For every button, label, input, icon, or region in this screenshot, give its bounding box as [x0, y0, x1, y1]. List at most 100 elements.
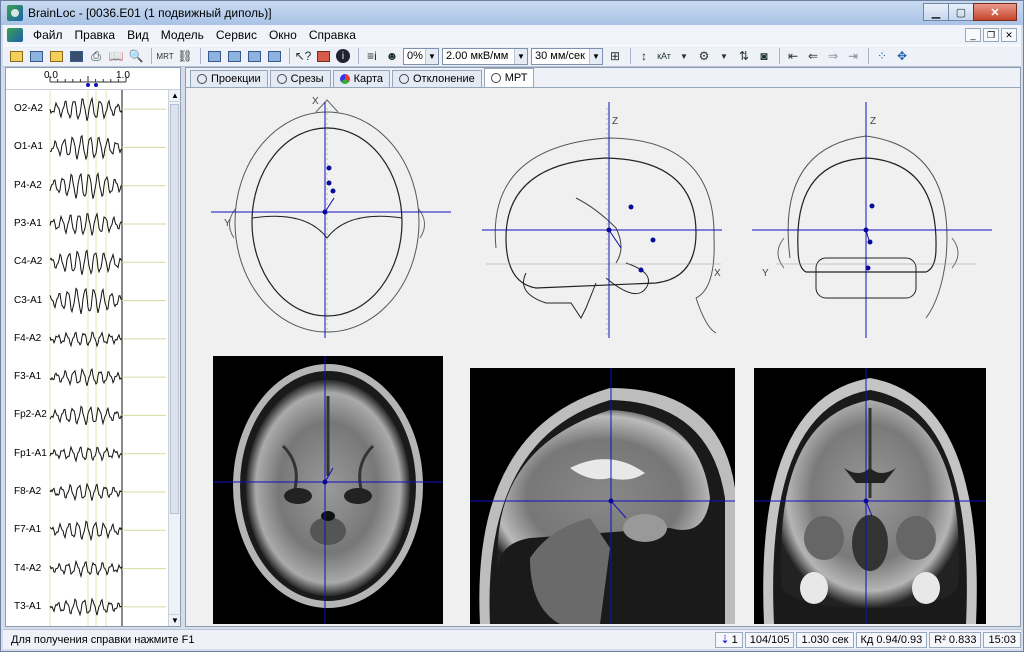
- speed-select[interactable]: 30 мм/сек ▼: [531, 47, 603, 65]
- view-tabs: Проекции Срезы Карта Отклонение МРТ: [186, 68, 1020, 88]
- menu-file[interactable]: Файл: [27, 28, 69, 42]
- window-tile-icon[interactable]: [225, 47, 243, 65]
- menu-model[interactable]: Модель: [155, 28, 210, 42]
- scroll-thumb[interactable]: [170, 104, 179, 514]
- window-controls: ▁ ▢ ✕: [923, 3, 1017, 21]
- mri-coronal-slice[interactable]: [754, 368, 986, 624]
- preview-icon[interactable]: 🔍: [127, 47, 145, 65]
- tab-mri[interactable]: МРТ: [483, 68, 535, 87]
- dipole-settings-icon[interactable]: ⚙: [695, 47, 713, 65]
- menu-window[interactable]: Окно: [263, 28, 303, 42]
- mdi-close-button[interactable]: ✕: [1001, 28, 1017, 42]
- calibration-icon[interactable]: кАт: [655, 47, 673, 65]
- dipole-down-icon: ⇣: [720, 634, 730, 646]
- status-help-text: Для получения справки нажмите F1: [11, 633, 195, 646]
- menu-help[interactable]: Справка: [303, 28, 362, 42]
- axial-schematic[interactable]: [211, 99, 451, 338]
- channel-label: P3-A1: [14, 218, 42, 229]
- sagittal-schematic[interactable]: [482, 102, 722, 338]
- eeg-panel[interactable]: 0.0 1.0 O2-A2 O1-A1 P4-A2 P3-A1 C4-A2 C3-A1 F4…: [5, 67, 181, 627]
- coronal-schematic[interactable]: [752, 102, 992, 338]
- save-icon[interactable]: [67, 47, 85, 65]
- filter-icon[interactable]: ⇅: [735, 47, 753, 65]
- scroll-up-arrow[interactable]: ▲: [169, 90, 181, 102]
- toolbar: ⎙ 📖 🔍 MRT ⛓ ↖? i ≡i ☻ 0% ▼ 2.00 мкВ/мм ▼…: [3, 45, 1021, 67]
- channel-label: Fp1-A1: [14, 447, 47, 459]
- app-window: BrainLoc - [0036.E01 (1 подвижный диполь…: [0, 0, 1024, 652]
- coronal-axis-z-label: Z: [870, 116, 876, 127]
- chevron-down-icon: ▼: [514, 48, 527, 64]
- scale-icon[interactable]: ↕: [635, 47, 653, 65]
- close-button[interactable]: ✕: [973, 3, 1017, 21]
- eeg-trace: [49, 445, 123, 463]
- amplitude-select[interactable]: 2.00 мкВ/мм ▼: [442, 47, 528, 65]
- scroll-down-arrow[interactable]: ▼: [169, 614, 181, 626]
- title-bar[interactable]: BrainLoc - [0036.E01 (1 подвижный диполь…: [1, 1, 1023, 25]
- mdi-minimize-button[interactable]: _: [965, 28, 981, 42]
- patient-icon[interactable]: ☻: [383, 47, 401, 65]
- mri-icon[interactable]: MRT: [156, 47, 174, 65]
- status-position: 104/105: [744, 631, 795, 648]
- mdi-controls: _ ❐ ✕: [965, 28, 1017, 42]
- dropdown-icon[interactable]: ▼: [675, 47, 693, 65]
- channel-label: Fp2-A2: [14, 409, 47, 421]
- menu-edit[interactable]: Правка: [69, 28, 122, 42]
- status-clock: 15:03: [983, 631, 1021, 648]
- montage-icon[interactable]: ⊞: [606, 47, 624, 65]
- menu-bar: Файл Правка Вид Модель Сервис Окно Справ…: [3, 25, 1021, 45]
- sagittal-axis-x-label: X: [714, 268, 721, 279]
- tab-map[interactable]: Карта: [332, 70, 390, 87]
- document-icon[interactable]: [7, 28, 23, 42]
- channel-label: F8-A2: [14, 486, 42, 497]
- slices-icon: [276, 74, 287, 84]
- camera-icon[interactable]: ◙: [755, 47, 773, 65]
- app-icon[interactable]: [7, 5, 23, 21]
- dipole-add-icon[interactable]: ✥: [893, 47, 911, 65]
- mri-axial-slice[interactable]: [213, 356, 443, 624]
- channel-label: C4-A2: [14, 256, 43, 268]
- link-icon[interactable]: ⛓: [176, 47, 194, 65]
- eeg-trace: [49, 405, 123, 426]
- axial-axis-y-label: Y: [224, 218, 231, 229]
- first-icon[interactable]: ⇤: [784, 47, 802, 65]
- channel-label: F7-A1: [14, 524, 42, 536]
- mri-sagittal-slice[interactable]: [470, 368, 735, 624]
- book-icon[interactable]: 📖: [107, 47, 125, 65]
- channel-label: C3-A1: [14, 294, 43, 306]
- maximize-button[interactable]: ▢: [948, 3, 974, 21]
- eeg-scrollbar[interactable]: ▲ ▼: [168, 90, 181, 626]
- print-icon[interactable]: ⎙: [87, 47, 105, 65]
- tab-slices[interactable]: Срезы: [269, 70, 331, 87]
- open-eeg-icon[interactable]: [27, 47, 45, 65]
- channel-info-icon[interactable]: ≡i: [363, 47, 381, 65]
- tab-deviation[interactable]: Отклонение: [392, 70, 482, 87]
- last-icon[interactable]: ⇥: [844, 47, 862, 65]
- dropdown-icon[interactable]: ▼: [715, 47, 733, 65]
- help-book-icon[interactable]: [314, 47, 332, 65]
- percent-select[interactable]: 0% ▼: [403, 47, 439, 65]
- mdi-restore-button[interactable]: ❐: [983, 28, 999, 42]
- chevron-down-icon: ▼: [425, 48, 438, 64]
- channel-labels: O2-A2 O1-A1 P4-A2 P3-A1 C4-A2 C3-A1 F4-A2 F3-A1…: [6, 90, 50, 626]
- window-vertical-icon[interactable]: [265, 47, 283, 65]
- tab-projections[interactable]: Проекции: [190, 70, 268, 87]
- open-folder-icon[interactable]: [7, 47, 25, 65]
- info-icon[interactable]: i: [334, 47, 352, 65]
- folder-icon[interactable]: [47, 47, 65, 65]
- eeg-trace: [49, 331, 123, 348]
- menu-view[interactable]: Вид: [121, 28, 155, 42]
- status-dipole: ⇣ 1: [715, 631, 743, 648]
- forward-icon[interactable]: ⇒: [824, 47, 842, 65]
- window-horizontal-icon[interactable]: [245, 47, 263, 65]
- context-help-icon[interactable]: ↖?: [294, 47, 312, 65]
- chevron-down-icon: ▼: [589, 48, 602, 64]
- eeg-trace: [49, 520, 123, 542]
- back-icon[interactable]: ⇐: [804, 47, 822, 65]
- menu-service[interactable]: Сервис: [210, 28, 263, 42]
- mri-view-area[interactable]: X Y Z X Z Y: [186, 88, 1020, 626]
- eeg-trace: [49, 96, 123, 121]
- eeg-traces[interactable]: O2-A2 O1-A1 P4-A2 P3-A1 C4-A2 C3-A1 F4-A2 F3-A1…: [6, 90, 168, 626]
- dipole-view-icon[interactable]: ⁘: [873, 47, 891, 65]
- minimize-button[interactable]: ▁: [923, 3, 949, 21]
- window-cascade-icon[interactable]: [205, 47, 223, 65]
